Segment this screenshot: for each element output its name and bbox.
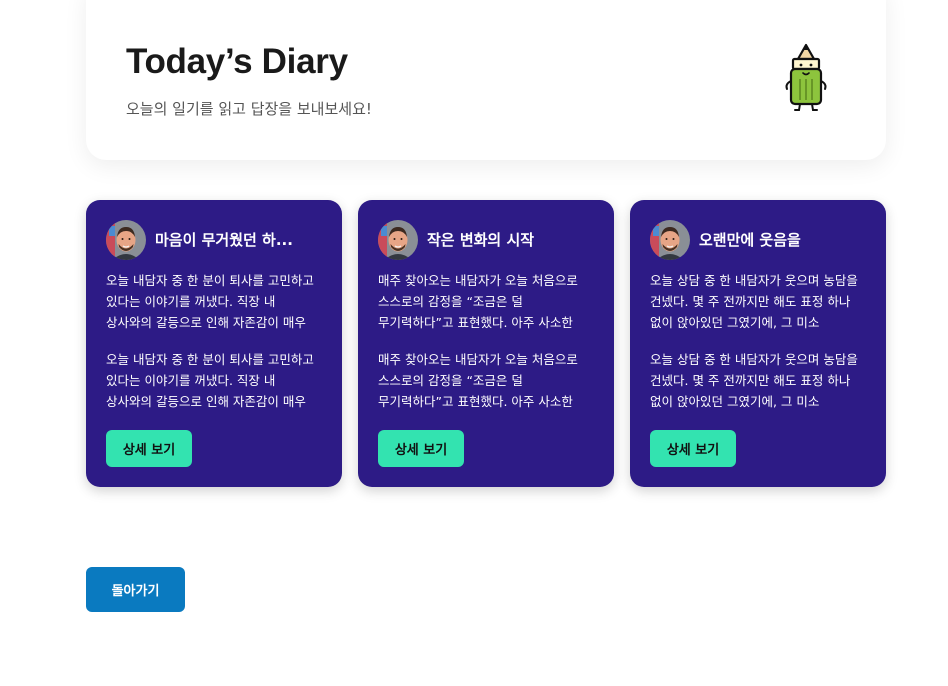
card-preview: 오늘 상담 중 한 내담자가 웃으며 농담을 건넸다. 몇 주 전까지만 해도 … [650,270,868,428]
card-title: 오랜만에 웃음을 [699,231,801,249]
card-paragraph: 오늘 내담자 중 한 분이 퇴사를 고민하고 있다는 이야기를 꺼냈다. 직장 … [106,273,314,330]
detail-button[interactable]: 상세 보기 [378,430,464,467]
detail-button[interactable]: 상세 보기 [106,430,192,467]
page-subtitle: 오늘의 일기를 읽고 답장을 보내보세요! [126,100,372,118]
back-button[interactable]: 돌아가기 [86,567,185,612]
card-paragraph: 오늘 상담 중 한 내담자가 웃으며 농담을 건넸다. 몇 주 전까지만 해도 … [650,273,858,330]
card-preview: 오늘 내담자 중 한 분이 퇴사를 고민하고 있다는 이야기를 꺼냈다. 직장 … [106,270,324,428]
card-paragraph: 매주 찾아오는 내담자가 오늘 처음으로 스스로의 감정을 “조금은 덜 무기력… [378,352,578,409]
page-title: Today’s Diary [126,42,348,81]
user-avatar [106,220,146,260]
user-avatar [378,220,418,260]
detail-button[interactable]: 상세 보기 [650,430,736,467]
diary-card: 작은 변화의 시작 매주 찾아오는 내담자가 오늘 처음으로 스스로의 감정을 … [358,200,614,487]
header-card: Today’s Diary 오늘의 일기를 읽고 답장을 보내보세요! [86,0,886,160]
card-preview: 매주 찾아오는 내담자가 오늘 처음으로 스스로의 감정을 “조금은 덜 무기력… [378,270,596,428]
card-paragraph: 오늘 내담자 중 한 분이 퇴사를 고민하고 있다는 이야기를 꺼냈다. 직장 … [106,352,314,409]
diary-card-list: 마음이 무거웠던 하... 오늘 내담자 중 한 분이 퇴사를 고민하고 있다는… [86,200,886,488]
card-title: 작은 변화의 시작 [427,231,535,249]
page: Today’s Diary 오늘의 일기를 읽고 답장을 보내보세요! 마음이 … [0,0,948,686]
card-paragraph: 오늘 상담 중 한 내담자가 웃으며 농담을 건넸다. 몇 주 전까지만 해도 … [650,352,858,409]
card-paragraph: 매주 찾아오는 내담자가 오늘 처음으로 스스로의 감정을 “조금은 덜 무기력… [378,273,578,330]
card-title: 마음이 무거웠던 하... [155,231,293,249]
diary-card: 오랜만에 웃음을 오늘 상담 중 한 내담자가 웃으며 농담을 건넸다. 몇 주… [630,200,886,487]
diary-card: 마음이 무거웠던 하... 오늘 내담자 중 한 분이 퇴사를 고민하고 있다는… [86,200,342,487]
user-avatar [650,220,690,260]
pencil-mascot-icon [785,43,827,111]
